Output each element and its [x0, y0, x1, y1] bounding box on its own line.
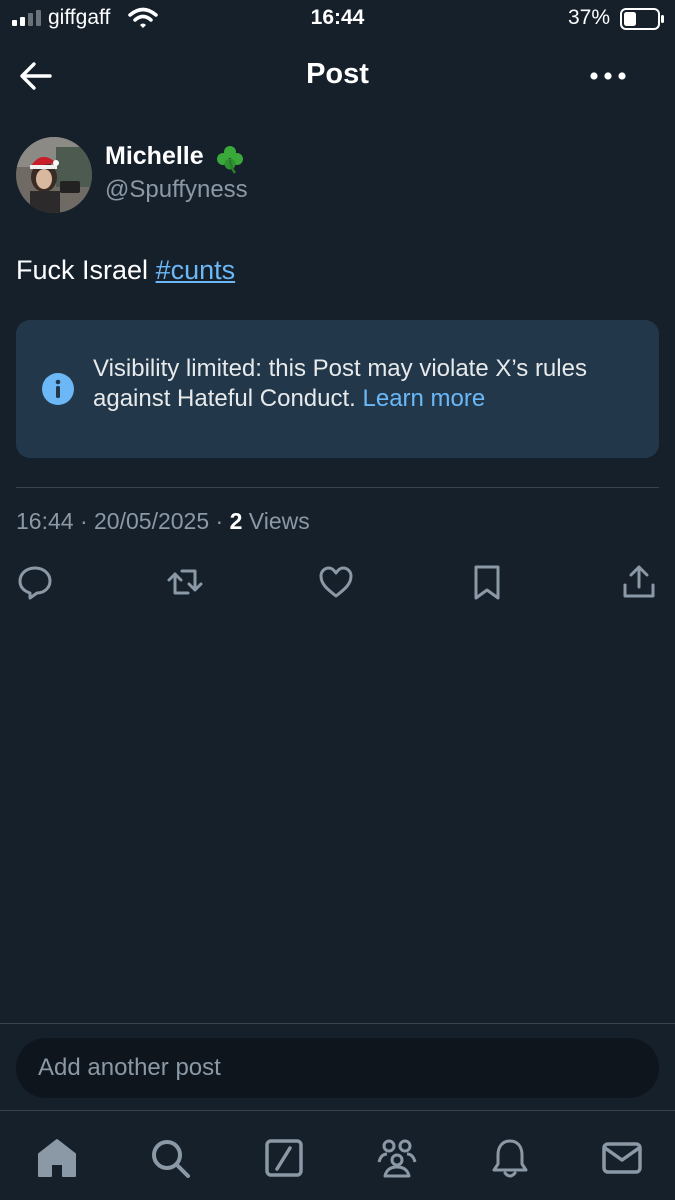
like-icon[interactable] [317, 563, 355, 601]
post-time: 16:44 [16, 508, 74, 534]
separator-dot: · [79, 508, 88, 534]
visibility-notice: Visibility limited: this Post may violat… [16, 320, 659, 458]
search-icon[interactable] [148, 1136, 192, 1180]
hashtag-link[interactable]: #cunts [156, 255, 236, 285]
repost-icon[interactable] [166, 563, 204, 601]
grok-icon[interactable] [262, 1136, 306, 1180]
share-icon[interactable] [620, 563, 658, 601]
notice-message: Visibility limited: this Post may violat… [93, 355, 587, 412]
views-count: 2 [229, 508, 243, 534]
home-icon[interactable] [35, 1136, 79, 1180]
battery-icon [620, 8, 664, 30]
avatar-image [16, 137, 92, 213]
reply-input[interactable]: Add another post [16, 1038, 659, 1098]
reply-placeholder: Add another post [38, 1054, 221, 1081]
avatar[interactable] [16, 137, 92, 213]
post-meta: 16:44 · 20/05/2025 · 2 Views [16, 508, 310, 535]
post-body: Fuck Israel [16, 255, 149, 285]
post-date: 20/05/2025 [94, 508, 210, 534]
divider [16, 487, 659, 488]
communities-icon[interactable] [375, 1136, 419, 1180]
battery-percent: 37% [568, 6, 611, 29]
more-horizontal-icon[interactable] [588, 64, 628, 88]
learn-more-link[interactable]: Learn more [363, 385, 486, 412]
info-icon [42, 373, 74, 405]
messages-icon[interactable] [600, 1136, 644, 1180]
status-bar: giffgaff 16:44 37% [0, 0, 675, 38]
shamrock-icon [217, 146, 243, 174]
bookmark-icon[interactable] [468, 563, 506, 601]
separator-dot: · [215, 508, 224, 534]
divider [0, 1023, 675, 1024]
reply-icon[interactable] [16, 563, 54, 601]
page-title: Post [306, 58, 369, 90]
views-label[interactable]: Views [249, 508, 310, 534]
notifications-icon[interactable] [488, 1136, 532, 1180]
notice-text: Visibility limited: this Post may violat… [93, 354, 643, 414]
author-handle[interactable]: @Spuffyness [105, 176, 248, 204]
author-name[interactable]: Michelle [105, 142, 204, 171]
divider [0, 1110, 675, 1111]
post-text: Fuck Israel #cunts [16, 255, 235, 286]
